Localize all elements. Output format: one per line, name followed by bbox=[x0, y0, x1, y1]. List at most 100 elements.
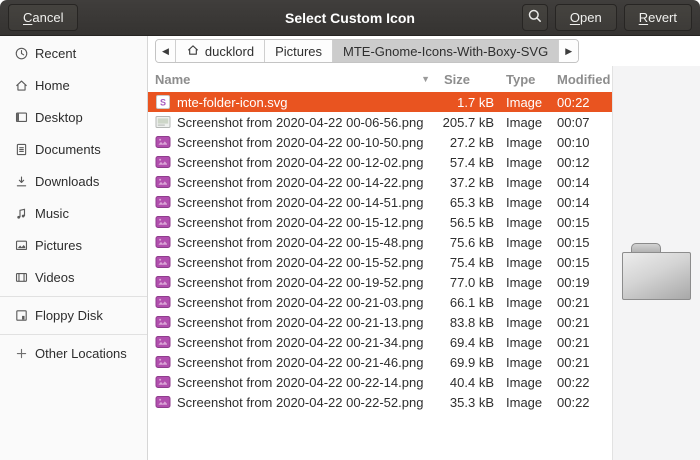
file-size: 205.7 kB bbox=[442, 114, 494, 130]
column-header-type[interactable]: Type bbox=[498, 72, 550, 87]
file-size: 83.8 kB bbox=[449, 314, 494, 330]
breadcrumb-pictures[interactable]: Pictures bbox=[265, 40, 334, 62]
file-type: Image bbox=[506, 334, 543, 350]
table-row[interactable]: Screenshot from 2020-04-22 00-14-22.png … bbox=[148, 172, 612, 192]
file-name: Screenshot from 2020-04-22 00-21-13.png bbox=[177, 314, 424, 330]
file-name: Screenshot from 2020-04-22 00-15-12.png bbox=[177, 214, 424, 230]
sidebar-item-recent[interactable]: Recent bbox=[0, 40, 147, 66]
sidebar-item-other-locations[interactable]: Other Locations bbox=[0, 340, 147, 366]
file-size: 27.2 kB bbox=[449, 134, 494, 150]
file-type: Image bbox=[506, 214, 543, 230]
file-name: Screenshot from 2020-04-22 00-22-14.png bbox=[177, 374, 424, 390]
file-size: 57.4 kB bbox=[449, 154, 494, 170]
file-size: 69.4 kB bbox=[449, 334, 494, 350]
sidebar-item-label: Downloads bbox=[35, 173, 100, 189]
floppy-icon bbox=[13, 307, 29, 323]
cancel-button[interactable]: Cancel bbox=[8, 4, 79, 31]
table-row[interactable]: Screenshot from 2020-04-22 00-14-51.png … bbox=[148, 192, 612, 212]
sidebar-item-label: Documents bbox=[35, 141, 101, 157]
sidebar-item-music[interactable]: Music bbox=[0, 200, 147, 226]
open-button[interactable]: Open bbox=[554, 4, 617, 31]
sidebar-item-label: Recent bbox=[35, 45, 77, 61]
file-list-column: Name ▼ Size Type Modified S mte-folder-i… bbox=[148, 66, 612, 460]
sidebar-item-videos[interactable]: Videos bbox=[0, 264, 147, 290]
forward-button[interactable]: ▶ bbox=[559, 40, 579, 62]
file-type: Image bbox=[506, 314, 543, 330]
table-row[interactable]: Screenshot from 2020-04-22 00-15-48.png … bbox=[148, 232, 612, 252]
sidebar-item-downloads[interactable]: Downloads bbox=[0, 168, 147, 194]
chevron-right-icon: ▶ bbox=[565, 45, 573, 56]
main-area: ◀ ducklord Pictures MTE-Gnome-Icons-With… bbox=[148, 36, 700, 460]
file-name: Screenshot from 2020-04-22 00-15-48.png bbox=[177, 234, 424, 250]
file-list: S mte-folder-icon.svg 1.7 kB Image 00:22… bbox=[148, 92, 612, 460]
column-header-name[interactable]: Name ▼ bbox=[148, 72, 436, 87]
film-icon bbox=[13, 269, 29, 285]
file-type: Image bbox=[506, 174, 543, 190]
breadcrumb-label: Pictures bbox=[275, 43, 323, 59]
sidebar-item-floppy-disk[interactable]: Floppy Disk bbox=[0, 302, 147, 328]
file-size: 77.0 kB bbox=[449, 274, 494, 290]
folder-icon bbox=[622, 243, 692, 301]
file-name: Screenshot from 2020-04-22 00-21-03.png bbox=[177, 294, 424, 310]
table-row[interactable]: Screenshot from 2020-04-22 00-21-03.png … bbox=[148, 292, 612, 312]
table-row[interactable]: Screenshot from 2020-04-22 00-12-02.png … bbox=[148, 152, 612, 172]
file-modified: 00:22 bbox=[557, 374, 590, 390]
breadcrumb-current-folder[interactable]: MTE-Gnome-Icons-With-Boxy-SVG bbox=[333, 40, 560, 62]
file-name: Screenshot from 2020-04-22 00-21-34.png bbox=[177, 334, 424, 350]
table-row[interactable]: Screenshot from 2020-04-22 00-21-34.png … bbox=[148, 332, 612, 352]
table-row[interactable]: Screenshot from 2020-04-22 00-22-14.png … bbox=[148, 372, 612, 392]
sidebar-item-label: Home bbox=[35, 77, 70, 93]
file-size: 75.4 kB bbox=[449, 254, 494, 270]
file-size: 69.9 kB bbox=[449, 354, 494, 370]
image-thumb-magenta-icon bbox=[155, 274, 171, 290]
file-type: Image bbox=[506, 94, 543, 110]
search-button[interactable] bbox=[521, 4, 548, 31]
file-modified: 00:10 bbox=[557, 134, 590, 150]
table-row[interactable]: Screenshot from 2020-04-22 00-21-46.png … bbox=[148, 352, 612, 372]
sidebar-item-label: Other Locations bbox=[35, 345, 127, 361]
file-modified: 00:22 bbox=[557, 94, 590, 110]
table-row[interactable]: Screenshot from 2020-04-22 00-21-13.png … bbox=[148, 312, 612, 332]
sidebar-item-pictures[interactable]: Pictures bbox=[0, 232, 147, 258]
sidebar-item-desktop[interactable]: Desktop bbox=[0, 104, 147, 130]
table-row[interactable]: Screenshot from 2020-04-22 00-19-52.png … bbox=[148, 272, 612, 292]
desktop-icon bbox=[13, 109, 29, 125]
back-button[interactable]: ◀ bbox=[156, 40, 176, 62]
file-modified: 00:21 bbox=[557, 354, 590, 370]
file-size: 37.2 kB bbox=[449, 174, 494, 190]
sidebar-item-documents[interactable]: Documents bbox=[0, 136, 147, 162]
file-size: 56.5 kB bbox=[449, 214, 494, 230]
table-row[interactable]: Screenshot from 2020-04-22 00-06-56.png … bbox=[148, 112, 612, 132]
file-size: 40.4 kB bbox=[449, 374, 494, 390]
breadcrumb: ◀ ducklord Pictures MTE-Gnome-Icons-With… bbox=[155, 39, 580, 63]
table-row[interactable]: S mte-folder-icon.svg 1.7 kB Image 00:22 bbox=[148, 92, 612, 112]
sidebar-item-home[interactable]: Home bbox=[0, 72, 147, 98]
headerbar: Cancel Select Custom Icon Open Revert bbox=[0, 0, 700, 36]
table-row[interactable]: Screenshot from 2020-04-22 00-15-52.png … bbox=[148, 252, 612, 272]
file-type: Image bbox=[506, 114, 543, 130]
file-name: mte-folder-icon.svg bbox=[177, 94, 288, 110]
table-row[interactable]: Screenshot from 2020-04-22 00-22-52.png … bbox=[148, 392, 612, 412]
image-thumb-magenta-icon bbox=[155, 174, 171, 190]
column-header-size[interactable]: Size bbox=[436, 72, 498, 87]
file-size: 75.6 kB bbox=[449, 234, 494, 250]
preview-pane bbox=[612, 66, 700, 460]
image-thumb-magenta-icon bbox=[155, 194, 171, 210]
search-icon bbox=[527, 8, 543, 27]
chevron-left-icon: ◀ bbox=[162, 45, 169, 56]
column-header-modified[interactable]: Modified bbox=[550, 72, 612, 87]
breadcrumb-label: ducklord bbox=[204, 43, 255, 59]
image-thumb-magenta-icon bbox=[155, 294, 171, 310]
file-modified: 00:21 bbox=[557, 314, 590, 330]
picture-icon bbox=[13, 237, 29, 253]
sidebar-item-label: Desktop bbox=[35, 109, 83, 125]
file-type: Image bbox=[506, 294, 543, 310]
breadcrumb-home[interactable]: ducklord bbox=[175, 40, 266, 62]
file-modified: 00:19 bbox=[557, 274, 590, 290]
table-row[interactable]: Screenshot from 2020-04-22 00-10-50.png … bbox=[148, 132, 612, 152]
clock-icon bbox=[13, 45, 29, 61]
table-row[interactable]: Screenshot from 2020-04-22 00-15-12.png … bbox=[148, 212, 612, 232]
file-name: Screenshot from 2020-04-22 00-14-51.png bbox=[177, 194, 424, 210]
revert-button[interactable]: Revert bbox=[623, 4, 692, 31]
file-modified: 00:14 bbox=[557, 174, 590, 190]
